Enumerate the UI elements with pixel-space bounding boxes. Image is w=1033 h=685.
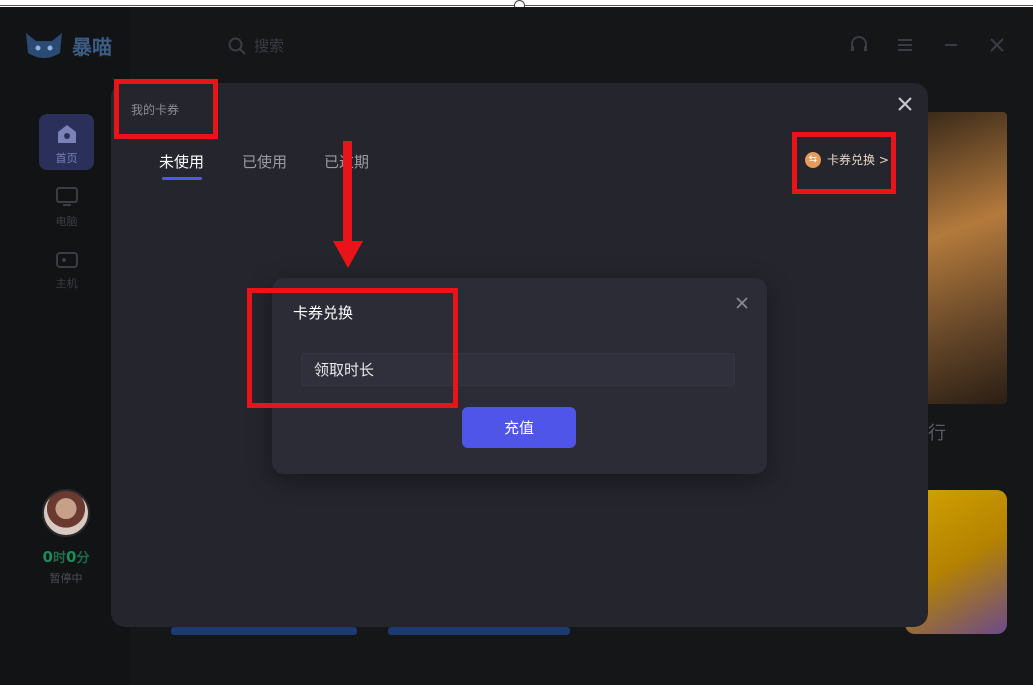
- close-icon[interactable]: [987, 35, 1007, 55]
- status-text: 暂停中: [49, 572, 83, 585]
- search-placeholder: 搜索: [254, 37, 285, 55]
- remaining-time: 0时0分: [35, 547, 97, 566]
- tab-used[interactable]: 已使用: [242, 151, 287, 172]
- search-icon: [228, 37, 246, 55]
- annotation-box: [247, 288, 458, 408]
- headset-icon[interactable]: [849, 35, 869, 55]
- home-icon: [57, 125, 76, 143]
- list-icon[interactable]: [895, 35, 915, 55]
- active-tab-indicator: [162, 177, 202, 180]
- minutes-value: 0: [66, 548, 77, 566]
- sidebar-item-label: 首页: [55, 152, 78, 165]
- gamepad-icon: [55, 252, 78, 268]
- cat-logo-icon: [26, 33, 62, 58]
- recharge-button[interactable]: 充值: [462, 407, 576, 448]
- sidebar-item-home[interactable]: 首页: [39, 114, 94, 170]
- minimize-icon[interactable]: [941, 35, 961, 55]
- annotation-box: [114, 79, 218, 139]
- background-text: 行: [928, 423, 946, 444]
- hours-unit: 时: [52, 551, 66, 566]
- hours-value: 0: [42, 548, 53, 566]
- annotation-box: [792, 132, 896, 194]
- close-icon[interactable]: [735, 296, 749, 310]
- search-bar[interactable]: 搜索: [228, 35, 284, 56]
- sidebar-item-label: 电脑: [55, 215, 78, 228]
- tab-unused[interactable]: 未使用: [159, 151, 204, 172]
- user-panel: 0时0分 暂停中: [35, 489, 97, 586]
- window-controls: [849, 35, 1007, 55]
- arrow-down-icon: [333, 141, 363, 268]
- sidebar-item-console[interactable]: 主机: [39, 239, 94, 295]
- avatar[interactable]: [42, 489, 90, 537]
- monitor-icon: [55, 187, 78, 206]
- brand-logo: 暴喵: [22, 29, 112, 61]
- sidebar-item-label: 主机: [55, 277, 78, 290]
- brand-name: 暴喵: [72, 34, 112, 59]
- background-card-edge: [171, 627, 357, 635]
- background-card-edge: [388, 627, 570, 635]
- sidebar-item-pc[interactable]: 电脑: [39, 177, 94, 233]
- game-card-image[interactable]: [925, 112, 1007, 404]
- minutes-unit: 分: [76, 551, 90, 566]
- close-icon[interactable]: [896, 95, 914, 113]
